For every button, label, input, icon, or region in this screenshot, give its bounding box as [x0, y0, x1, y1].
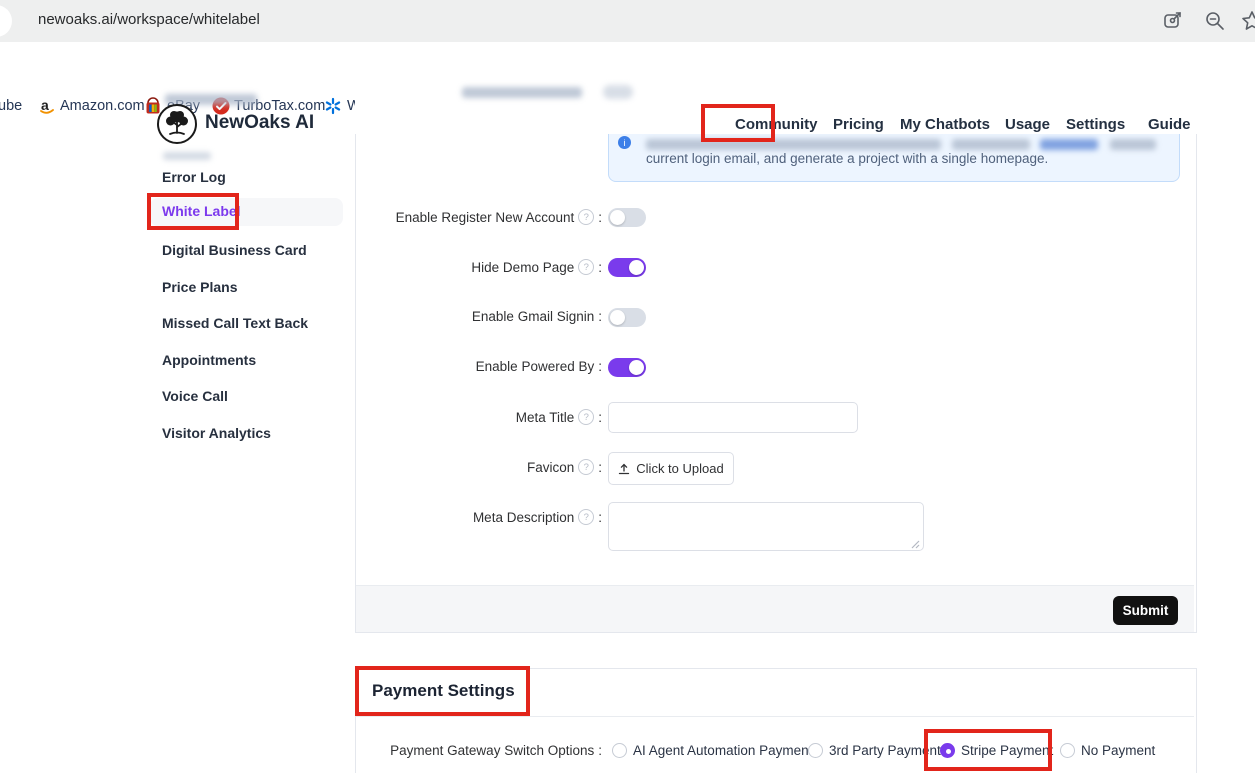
top-nav: Community Pricing My Chatbots Usage Sett…	[355, 88, 1255, 134]
click-to-upload-button[interactable]: Click to Upload	[608, 452, 734, 485]
annotation-box-settings	[701, 104, 775, 142]
divider	[356, 716, 1194, 717]
submit-button[interactable]: Submit	[1113, 596, 1178, 625]
help-icon[interactable]: ?	[578, 509, 594, 525]
field-label-gmail-signin: Enable Gmail Signin :	[300, 309, 602, 324]
sidebar-item-error-log[interactable]: Error Log	[162, 169, 226, 185]
sidebar-item-visitor-analytics[interactable]: Visitor Analytics	[162, 425, 271, 441]
colon: :	[598, 410, 602, 425]
info-icon: i	[618, 136, 631, 149]
browser-toolbar: newoaks.ai/workspace/whitelabel	[0, 0, 1255, 42]
toggle-enable-gmail-signin[interactable]	[608, 308, 646, 327]
share-icon[interactable]	[1161, 9, 1185, 33]
colon: :	[598, 309, 602, 324]
annotation-box-payment-settings	[355, 666, 530, 716]
meta-title-input[interactable]	[608, 402, 858, 433]
toggle-hide-demo-page[interactable]	[608, 258, 646, 277]
colon: :	[598, 510, 602, 525]
address-bar-edge	[0, 5, 12, 37]
nav-my-chatbots[interactable]: My Chatbots	[900, 116, 990, 133]
annotation-box-white-label	[147, 193, 239, 230]
nav-pricing[interactable]: Pricing	[833, 116, 884, 133]
nav-usage[interactable]: Usage	[1005, 116, 1050, 133]
sidebar-item-appointments[interactable]: Appointments	[162, 352, 256, 368]
amazon-favicon: a	[38, 97, 56, 115]
brand-title: NewOaks AI	[205, 112, 314, 134]
label-text: Meta Description	[473, 510, 574, 525]
upload-button-label: Click to Upload	[636, 461, 723, 476]
colon: :	[598, 460, 602, 475]
field-label-enable-register: Enable Register New Account ? :	[300, 209, 602, 225]
bookmark-youtube[interactable]: ube	[0, 98, 22, 114]
label-text: Enable Register New Account	[396, 210, 575, 225]
whitelabel-form-card	[355, 118, 1197, 633]
sidebar-item-digital-business-card[interactable]: Digital Business Card	[162, 242, 307, 258]
favorite-star-icon[interactable]	[1240, 9, 1255, 33]
label-text: Enable Gmail Signin	[472, 309, 594, 324]
redacted-link	[1040, 139, 1098, 150]
sidebar-item-missed-call-text-back[interactable]: Missed Call Text Back	[162, 315, 308, 331]
radio-label-no-payment[interactable]: No Payment	[1081, 743, 1155, 758]
field-label-meta-title: Meta Title ? :	[300, 409, 602, 425]
colon: :	[598, 359, 602, 374]
app-root: newoaks.ai/workspace/whitelabel ube a	[0, 0, 1255, 773]
redacted-text	[462, 87, 582, 98]
toggle-enable-register-new-account[interactable]	[608, 208, 646, 227]
toggle-knob	[629, 360, 644, 375]
label-text: Favicon	[527, 460, 574, 475]
redacted-text	[646, 139, 941, 150]
field-label-meta-description: Meta Description ? :	[300, 509, 602, 525]
label-text: Hide Demo Page	[471, 260, 574, 275]
help-icon[interactable]: ?	[578, 209, 594, 225]
meta-description-textarea[interactable]	[608, 502, 924, 551]
radio-ai-agent-automation-payment[interactable]	[612, 743, 627, 758]
help-icon[interactable]: ?	[578, 459, 594, 475]
zoom-out-icon[interactable]	[1203, 9, 1227, 33]
sidebar-item-price-plans[interactable]: Price Plans	[162, 279, 238, 295]
redacted-text	[1110, 139, 1156, 150]
bookmark-amazon[interactable]: Amazon.com	[60, 98, 145, 114]
payment-options-label: Payment Gateway Switch Options :	[354, 743, 602, 758]
toggle-knob	[629, 260, 644, 275]
sidebar-item-voice-call[interactable]: Voice Call	[162, 388, 228, 404]
label-text: Meta Title	[516, 410, 575, 425]
label-text: Payment Gateway Switch Options	[390, 743, 594, 758]
address-bar[interactable]: newoaks.ai/workspace/whitelabel	[38, 11, 260, 28]
field-label-powered-by: Enable Powered By :	[300, 359, 602, 374]
radio-3rd-party-payment[interactable]	[808, 743, 823, 758]
walmart-business-favicon	[324, 97, 342, 115]
help-icon[interactable]: ?	[578, 259, 594, 275]
radio-label-ai-agent-automation-payment[interactable]: AI Agent Automation Payment	[633, 743, 812, 758]
resize-handle-icon[interactable]	[910, 539, 920, 549]
info-banner-text: current login email, and generate a proj…	[646, 151, 1048, 166]
upload-icon	[618, 463, 630, 475]
label-text: Enable Powered By	[476, 359, 595, 374]
form-footer	[356, 585, 1194, 632]
bookmarks-bar: ube a Amazon.com eBay TurboTax.co	[0, 42, 1255, 88]
field-label-favicon: Favicon ? :	[300, 459, 602, 475]
radio-no-payment[interactable]	[1060, 743, 1075, 758]
colon: :	[598, 210, 602, 225]
svg-text:a: a	[41, 97, 49, 113]
field-label-hide-demo: Hide Demo Page ? :	[300, 259, 602, 275]
toggle-enable-powered-by[interactable]	[608, 358, 646, 377]
newoaks-logo	[156, 103, 198, 145]
help-icon[interactable]: ?	[578, 409, 594, 425]
redacted-text	[163, 152, 211, 160]
nav-settings[interactable]: Settings	[1066, 116, 1125, 133]
redacted-toggle	[603, 85, 633, 99]
nav-guide[interactable]: Guide	[1148, 116, 1191, 133]
colon: :	[598, 260, 602, 275]
redacted-text	[952, 139, 1030, 150]
annotation-box-stripe-payment	[924, 729, 1052, 771]
colon: :	[598, 743, 602, 758]
toggle-knob	[610, 210, 625, 225]
toggle-knob	[610, 310, 625, 325]
